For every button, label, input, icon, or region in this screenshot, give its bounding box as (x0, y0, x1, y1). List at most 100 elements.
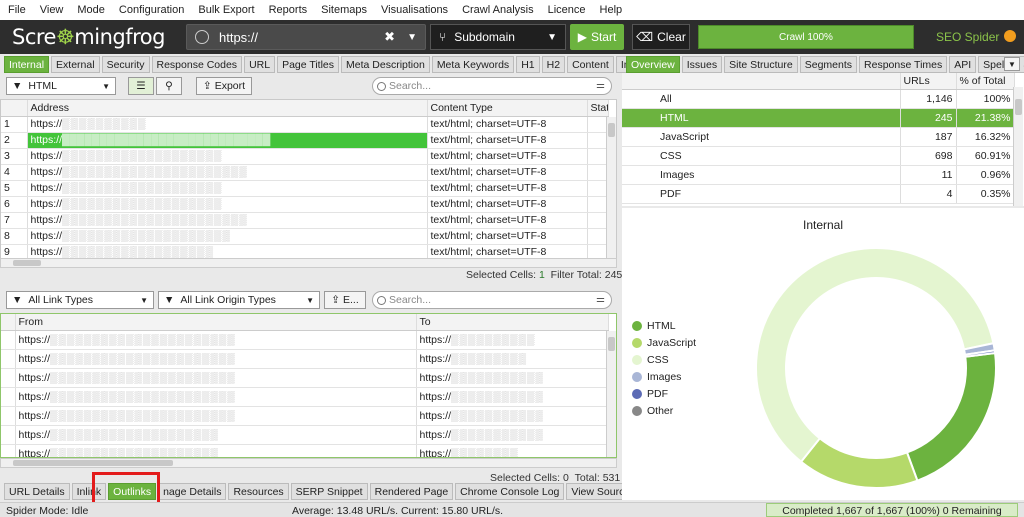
overview-row-pdf[interactable]: PDF 4 0.35% (622, 184, 1015, 204)
table-row[interactable]: 8 https://▒▒▒▒▒▒▒▒▒▒▒▒▒▒▒▒▒▒▒▒ text/html; … (1, 228, 609, 245)
tab-content[interactable]: Content (567, 56, 614, 73)
export-button[interactable]: ⇪ Export (196, 77, 252, 95)
tab-response-codes[interactable]: Response Codes (151, 56, 243, 73)
bottom-table-vscroll[interactable] (606, 331, 616, 457)
filter-icon: ▼ (164, 294, 175, 306)
column-from[interactable]: From (15, 314, 417, 331)
tab-internal[interactable]: Internal (4, 56, 50, 73)
tab-meta-keywords[interactable]: Meta Keywords (431, 56, 515, 73)
menu-file[interactable]: File (8, 4, 26, 16)
table-row[interactable]: 4 https://▒▒▒▒▒▒▒▒▒▒▒▒▒▒▒▒▒▒▒▒▒▒ text/html… (1, 164, 609, 181)
table-row[interactable]: https://▒▒▒▒▒▒▒▒▒▒▒▒▒▒▒▒▒▒▒▒▒▒ https://▒▒… (1, 349, 609, 369)
legend-item-other[interactable]: Other (632, 405, 673, 417)
table-row[interactable]: https://▒▒▒▒▒▒▒▒▒▒▒▒▒▒▒▒▒▒▒▒▒▒ https://▒▒… (1, 406, 609, 426)
donut-slice-html[interactable] (905, 351, 997, 482)
menu-mode[interactable]: Mode (77, 4, 105, 16)
settings-orb-icon[interactable] (1004, 30, 1016, 42)
top-table-hscroll[interactable] (0, 258, 617, 268)
column-content-type[interactable]: Content Type (427, 100, 588, 117)
menu-configuration[interactable]: Configuration (119, 4, 184, 16)
clear-url-icon[interactable]: ✖ (384, 29, 395, 45)
tab-external[interactable]: External (51, 56, 100, 73)
table-row-selected[interactable]: 2 https://████████████████████████████ tex… (1, 132, 609, 149)
menu-crawl-analysis[interactable]: Crawl Analysis (462, 4, 534, 16)
column-percent-total[interactable]: % of Total (956, 73, 1015, 90)
tab-resources[interactable]: Resources (228, 483, 289, 500)
table-row[interactable]: 7 https://▒▒▒▒▒▒▒▒▒▒▒▒▒▒▒▒▒▒▒▒▒▒ text/html… (1, 212, 609, 229)
tab-site-structure[interactable]: Site Structure (724, 56, 798, 73)
start-button[interactable]: ▶ Start (570, 24, 624, 50)
menu-licence[interactable]: Licence (548, 4, 586, 16)
overview-row-images[interactable]: Images 11 0.96% (622, 165, 1015, 185)
table-row[interactable]: https://▒▒▒▒▒▒▒▒▒▒▒▒▒▒▒▒▒▒▒▒ https://▒▒▒▒… (1, 444, 609, 457)
table-row[interactable]: 3 https://▒▒▒▒▒▒▒▒▒▒▒▒▒▒▒▒▒▒▒ text/html; c… (1, 148, 609, 165)
clear-button[interactable]: ⌫ Clear (632, 24, 690, 50)
top-search-input[interactable]: Search... ⚌ (372, 77, 612, 95)
bottom-export-button[interactable]: ⇪ E... (324, 291, 366, 309)
crawl-mode-select[interactable]: ⑂ Subdomain ▼ (430, 24, 566, 50)
legend-item-images[interactable]: Images (632, 371, 681, 383)
legend-item-javascript[interactable]: JavaScript (632, 337, 696, 349)
url-input[interactable]: https:// ✖ ▼ (186, 24, 426, 50)
legend-swatch (632, 321, 642, 331)
menu-visualisations[interactable]: Visualisations (381, 4, 448, 16)
list-icon: ☰ (136, 80, 146, 92)
overview-row-all[interactable]: All 1,146 100% (622, 89, 1015, 109)
tab-response-times[interactable]: Response Times (859, 56, 948, 73)
overview-row-css[interactable]: CSS 698 60.91% (622, 146, 1015, 166)
list-view-button[interactable]: ☰ (128, 77, 154, 95)
tab-segments[interactable]: Segments (799, 56, 858, 73)
right-tabs: Overview Issues Site Structure Segments … (626, 56, 1024, 74)
link-types-filter[interactable]: ▼ All Link Types ▼ (6, 291, 154, 309)
table-row[interactable]: https://▒▒▒▒▒▒▒▒▒▒▒▒▒▒▒▒▒▒▒▒ https://▒▒▒▒… (1, 425, 609, 445)
tree-view-button[interactable]: ⚲ (156, 77, 182, 95)
tab-h2[interactable]: H2 (541, 56, 566, 73)
content-type-filter[interactable]: ▼ HTML ▼ (6, 77, 116, 95)
tab-api[interactable]: API (949, 56, 977, 73)
table-row[interactable]: https://▒▒▒▒▒▒▒▒▒▒▒▒▒▒▒▒▒▒▒▒▒▒ https://▒▒… (1, 368, 609, 388)
tab-url-details[interactable]: URL Details (4, 483, 70, 500)
tab-image-details[interactable]: nage Details (158, 483, 227, 500)
menu-sitemaps[interactable]: Sitemaps (321, 4, 367, 16)
bottom-table: From To https://▒▒▒▒▒▒▒▒▒▒▒▒▒▒▒▒▒▒▒▒▒▒ ht… (1, 314, 609, 457)
filter-settings-icon[interactable]: ⚌ (596, 294, 605, 305)
menu-help[interactable]: Help (600, 4, 623, 16)
column-address[interactable]: Address (27, 100, 428, 117)
menu-view[interactable]: View (40, 4, 64, 16)
tab-security[interactable]: Security (101, 56, 150, 73)
link-origin-filter[interactable]: ▼ All Link Origin Types ▼ (158, 291, 320, 309)
bottom-search-input[interactable]: Search... ⚌ (372, 291, 612, 309)
tab-meta-description[interactable]: Meta Description (341, 56, 430, 73)
table-row[interactable]: 1 https://▒▒▒▒▒▒▒▒▒▒ text/html; charset=UT… (1, 116, 609, 133)
overview-row-javascript[interactable]: JavaScript 187 16.32% (622, 127, 1015, 147)
top-table-vscroll[interactable] (606, 117, 616, 260)
tab-page-titles[interactable]: Page Titles (277, 56, 340, 73)
overview-vscroll[interactable] (1013, 87, 1023, 206)
bottom-table-hscroll[interactable] (0, 458, 617, 468)
tab-rendered-page[interactable]: Rendered Page (369, 483, 454, 500)
filter-settings-icon[interactable]: ⚌ (596, 80, 605, 91)
column-status[interactable]: Stat (587, 100, 609, 117)
chevron-down-icon[interactable]: ▼ (407, 32, 417, 43)
column-urls[interactable]: URLs (900, 73, 957, 90)
table-row[interactable]: https://▒▒▒▒▒▒▒▒▒▒▒▒▒▒▒▒▒▒▒▒▒▒ https://▒▒… (1, 387, 609, 407)
legend-item-pdf[interactable]: PDF (632, 388, 668, 400)
tab-chrome-console-log[interactable]: Chrome Console Log (455, 483, 565, 500)
menu-reports[interactable]: Reports (269, 4, 308, 16)
overview-row-html[interactable]: HTML 245 21.38% (622, 108, 1015, 128)
tab-serp-snippet[interactable]: SERP Snippet (290, 483, 368, 500)
legend-item-css[interactable]: CSS (632, 354, 669, 366)
tab-url[interactable]: URL (244, 56, 276, 73)
right-tabs-dropdown[interactable]: ▼ (1004, 57, 1020, 71)
table-row[interactable]: https://▒▒▒▒▒▒▒▒▒▒▒▒▒▒▒▒▒▒▒▒▒▒ https://▒▒… (1, 330, 609, 350)
legend-item-html[interactable]: HTML (632, 320, 676, 332)
tab-issues[interactable]: Issues (681, 56, 723, 73)
tab-h1[interactable]: H1 (516, 56, 540, 73)
column-to[interactable]: To (416, 314, 609, 331)
tab-overview[interactable]: Overview (626, 56, 680, 73)
donut-slice-javascript[interactable] (799, 436, 919, 489)
chevron-down-icon: ▼ (1008, 59, 1016, 69)
menu-bulk-export[interactable]: Bulk Export (198, 4, 254, 16)
table-row[interactable]: 6 https://▒▒▒▒▒▒▒▒▒▒▒▒▒▒▒▒▒▒▒ text/html; c… (1, 196, 609, 213)
table-row[interactable]: 5 https://▒▒▒▒▒▒▒▒▒▒▒▒▒▒▒▒▒▒▒ text/html; c… (1, 180, 609, 197)
